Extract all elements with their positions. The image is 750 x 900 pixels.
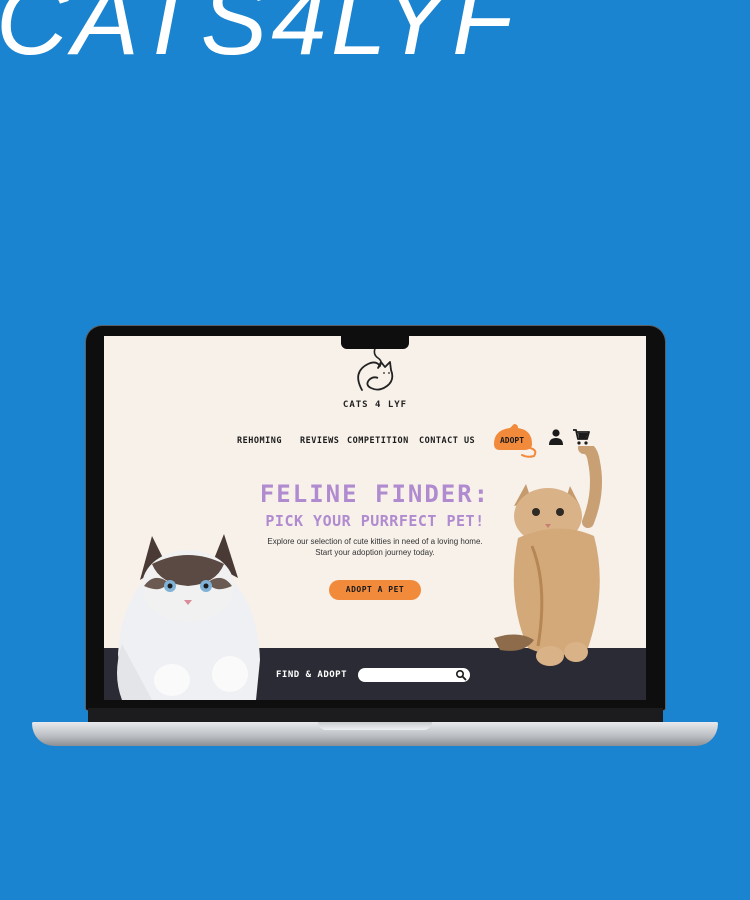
laptop-base-groove <box>318 722 432 730</box>
camera-notch <box>341 336 409 349</box>
search-icon[interactable] <box>455 669 467 681</box>
ragdoll-cat-image <box>117 534 260 700</box>
nav-rehoming[interactable]: REHOMING <box>237 436 282 446</box>
laptop-screen: CATS 4 LYF REHOMING REVIEWS COMPETITION … <box>104 336 646 700</box>
cart-icon[interactable] <box>572 428 590 446</box>
hero-desc-line-2: Start your adoption journey today. <box>315 548 435 557</box>
adopt-nav-button[interactable]: ADOPT <box>495 436 529 445</box>
user-icon[interactable] <box>547 428 565 446</box>
cat-logo-icon <box>357 345 394 391</box>
laptop-hinge <box>88 708 663 722</box>
nav-contact-us[interactable]: CONTACT US <box>419 436 475 446</box>
nav-reviews[interactable]: REVIEWS <box>300 436 339 446</box>
search-input[interactable] <box>366 669 450 681</box>
nav-competition[interactable]: COMPETITION <box>347 436 409 446</box>
hero-description: Explore our selection of cute kitties in… <box>254 536 496 558</box>
hero-desc-line-1: Explore our selection of cute kitties in… <box>267 537 483 546</box>
ginger-kitten-image <box>494 446 602 666</box>
find-adopt-label: FIND & ADOPT <box>276 670 348 680</box>
headline: CATS4LYF <box>0 0 518 76</box>
adopt-a-pet-button[interactable]: ADOPT A PET <box>329 580 421 600</box>
brand-name: CATS 4 LYF <box>342 400 408 410</box>
